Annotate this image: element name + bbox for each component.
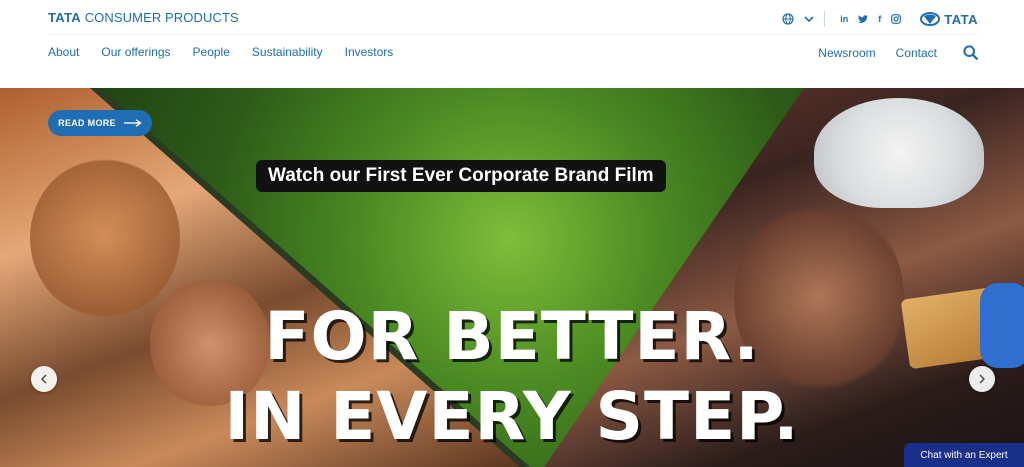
chevron-down-icon[interactable] xyxy=(804,15,814,23)
linkedin-icon[interactable]: in xyxy=(840,14,848,24)
brand-logo[interactable]: TATA CONSUMER PRODUCTS xyxy=(48,10,239,25)
instagram-icon[interactable] xyxy=(891,14,902,24)
nav-contact[interactable]: Contact xyxy=(896,46,937,60)
nav-sustainability[interactable]: Sustainability xyxy=(252,45,323,59)
tata-logo-text: TATA xyxy=(944,11,978,27)
tata-emblem-icon xyxy=(920,12,941,26)
divider xyxy=(824,11,826,27)
brand-film-banner[interactable]: Watch our First Ever Corporate Brand Fil… xyxy=(256,160,666,192)
chevron-left-icon xyxy=(41,374,47,384)
carousel-next-button[interactable] xyxy=(969,366,995,392)
main-nav: About Our offerings People Sustainabilit… xyxy=(48,45,415,59)
read-more-label: READ MORE xyxy=(58,118,116,128)
nav-our-offerings[interactable]: Our offerings xyxy=(101,45,170,59)
brand-suffix: CONSUMER PRODUCTS xyxy=(84,10,239,25)
facebook-icon[interactable]: f xyxy=(878,14,881,24)
read-more-button[interactable]: READ MORE xyxy=(48,110,152,136)
brand-prefix: TATA xyxy=(48,10,81,25)
utility-bar: in f TATA xyxy=(782,10,978,28)
arrow-right-icon xyxy=(123,119,142,127)
site-header: TATA CONSUMER PRODUCTS in f TATA About O… xyxy=(0,0,1024,88)
nav-newsroom[interactable]: Newsroom xyxy=(818,46,875,60)
secondary-nav: Newsroom Contact xyxy=(798,45,978,60)
nav-about[interactable]: About xyxy=(48,45,79,59)
globe-icon[interactable] xyxy=(782,13,794,25)
search-icon[interactable] xyxy=(963,45,978,60)
hero-headline-line1: FOR BETTER. xyxy=(264,298,760,375)
chevron-right-icon xyxy=(979,374,985,384)
hero-figure-man xyxy=(30,158,180,318)
hero-carousel: READ MORE Watch our First Ever Corporate… xyxy=(0,88,1024,467)
twitter-icon[interactable] xyxy=(858,14,869,24)
tata-group-logo[interactable]: TATA xyxy=(920,12,978,27)
nav-people[interactable]: People xyxy=(193,45,230,59)
chat-with-expert-button[interactable]: Chat with an Expert xyxy=(904,443,1024,467)
carousel-prev-button[interactable] xyxy=(31,366,57,392)
nav-investors[interactable]: Investors xyxy=(345,45,394,59)
header-divider xyxy=(48,34,978,35)
hero-headline-line2: IN EVERY STEP. xyxy=(224,378,800,455)
hero-hairnet xyxy=(814,98,984,208)
